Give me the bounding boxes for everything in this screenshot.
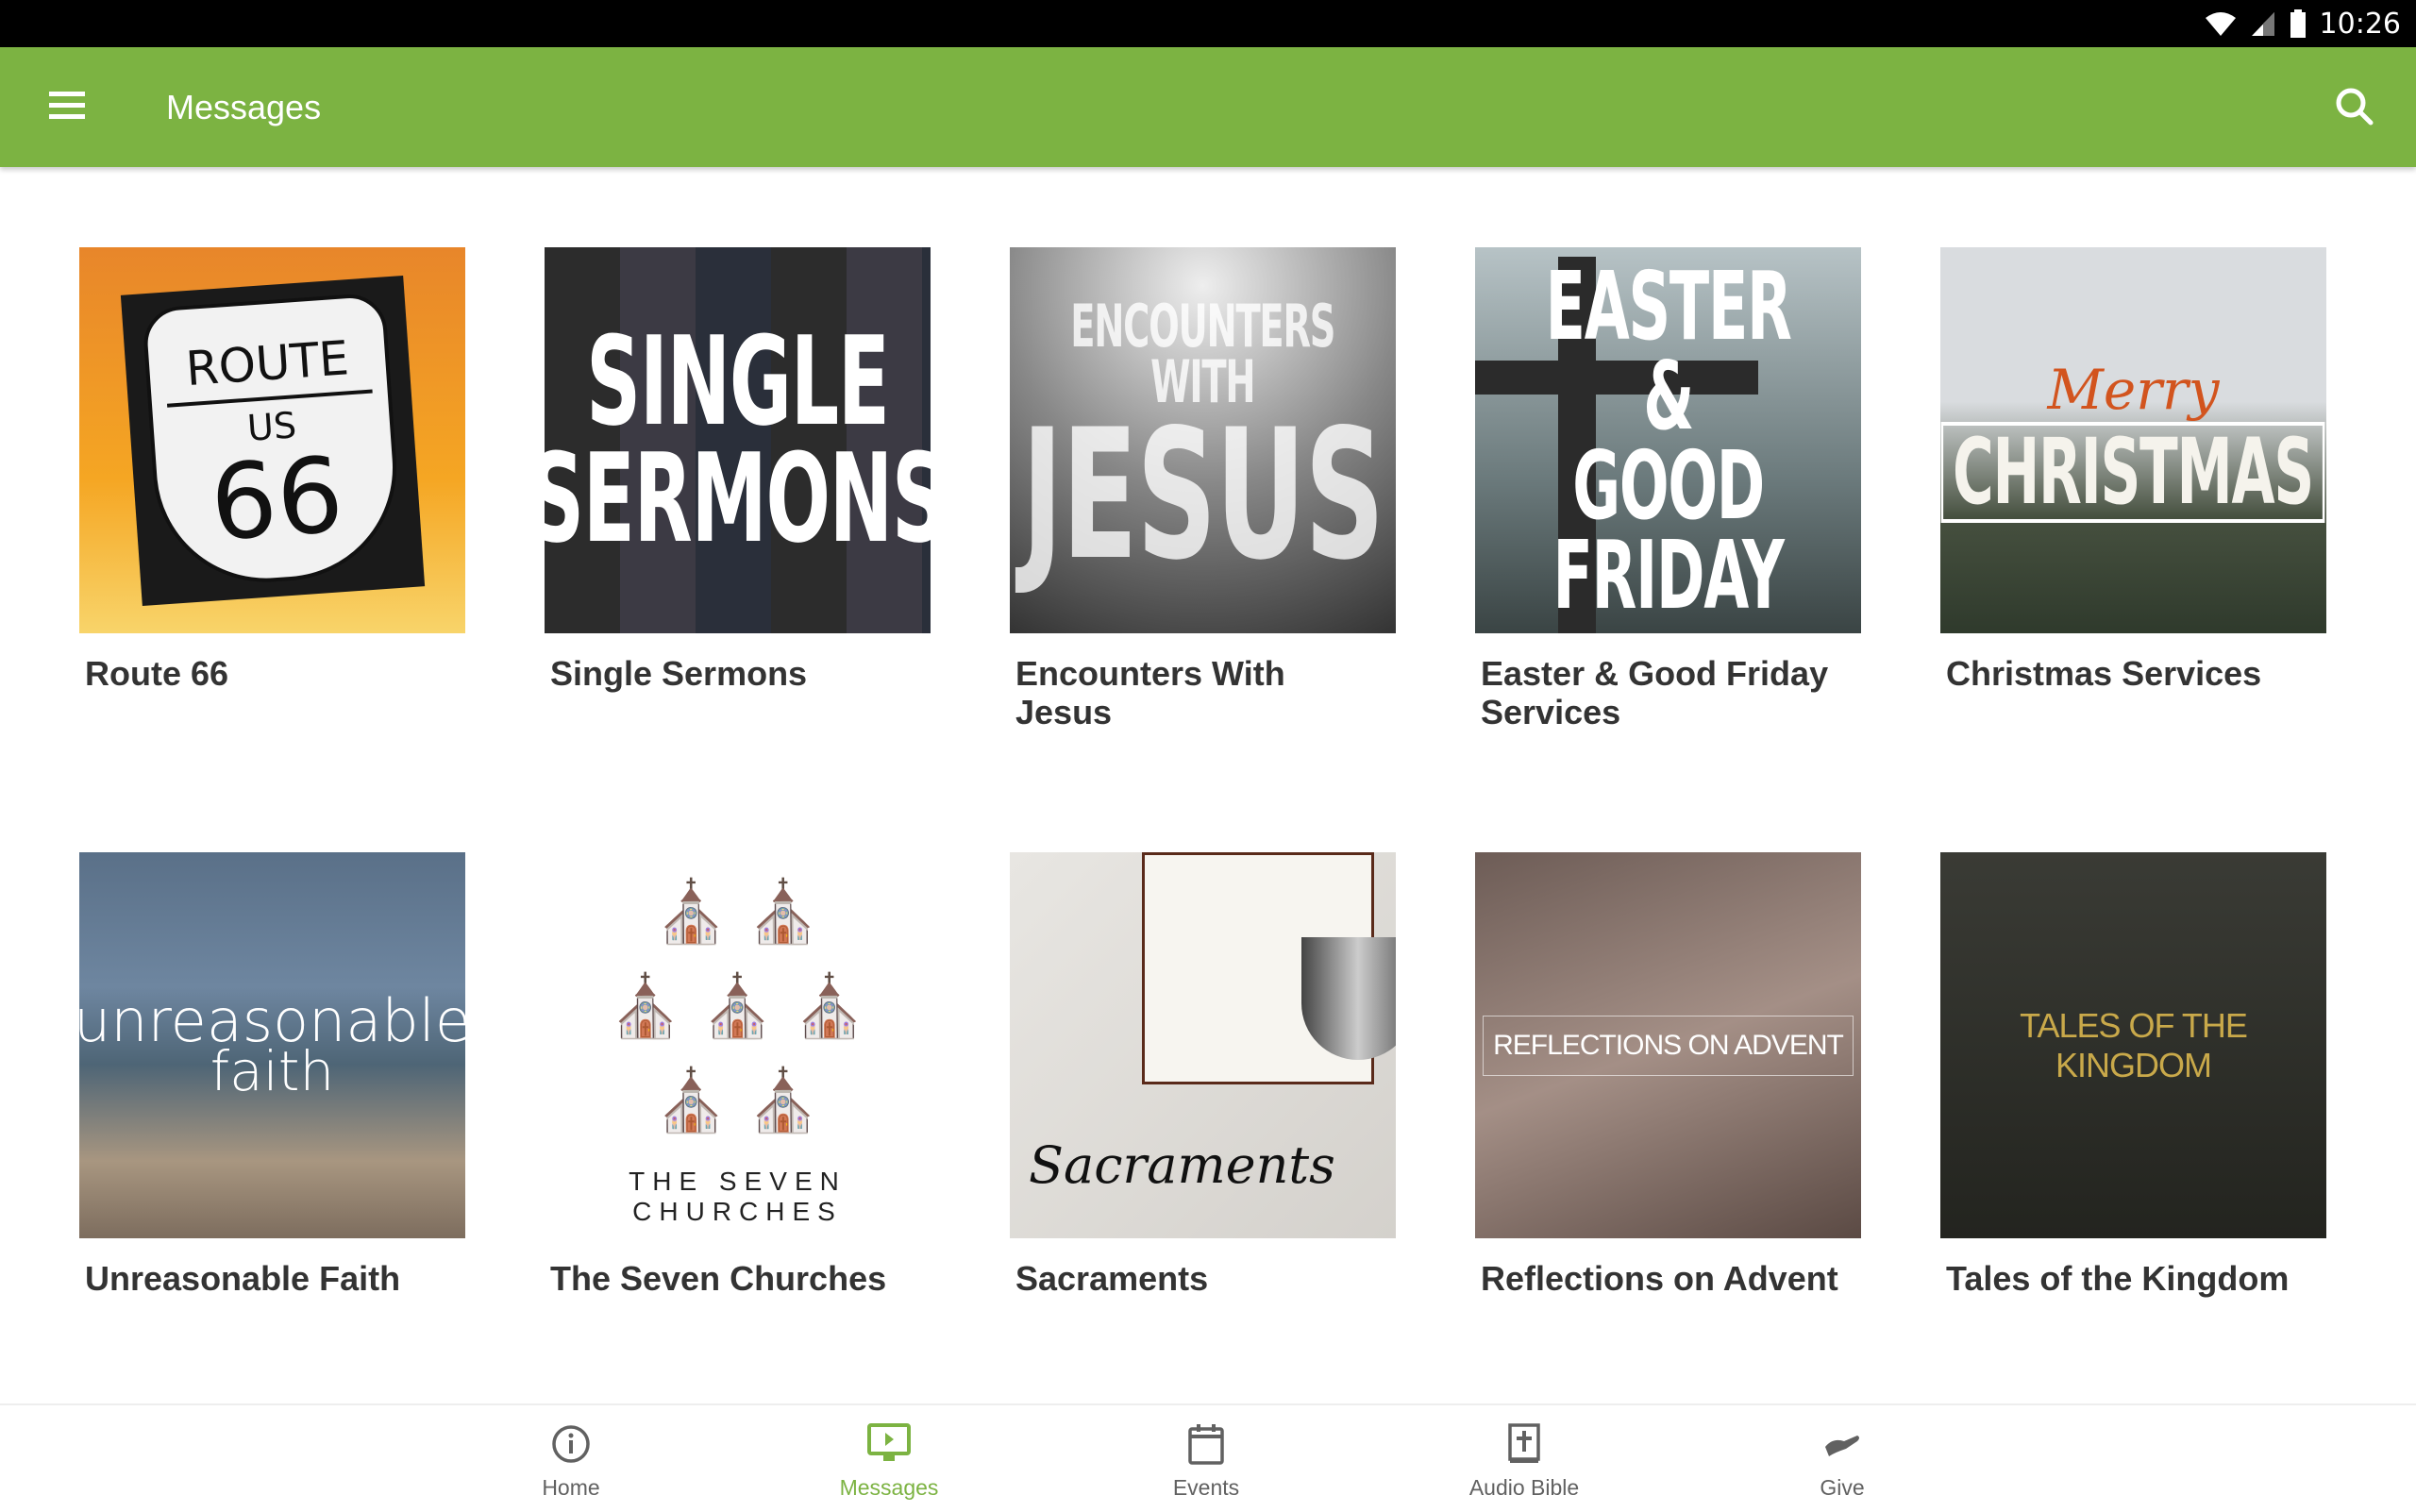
search-icon[interactable] [2331, 83, 2378, 130]
series-card-encounters-with-jesus[interactable]: ENCOUNTERS WITH JESUS Encounters With Je… [1010, 247, 1396, 731]
status-bar: 10:26 [0, 0, 2416, 47]
series-card-sacraments[interactable]: Sacraments Sacraments [1010, 852, 1396, 1298]
series-artwork: SINGLE SERMONS [545, 247, 931, 633]
series-card-christmas-services[interactable]: Merry CHRISTMAS Christmas Services [1940, 247, 2326, 693]
church-icons: ⛪ ⛪ ⛪ ⛪ ⛪ ⛪ ⛪ [608, 877, 867, 1134]
series-title: Christmas Services [1946, 654, 2262, 693]
series-artwork: REFLECTIONS ON ADVENT [1475, 852, 1861, 1238]
calendar-icon [1188, 1424, 1224, 1465]
series-artwork: Sacraments [1010, 852, 1396, 1238]
series-title: Easter & Good Friday Services [1481, 654, 1829, 731]
series-card-tales-of-the-kingdom[interactable]: TALES OF THE KINGDOM Tales of the Kingdo… [1940, 852, 2326, 1298]
series-title: The Seven Churches [550, 1259, 887, 1298]
series-card-easter-good-friday[interactable]: EASTER & GOOD FRIDAY Easter & Good Friday… [1475, 247, 1861, 731]
series-title: Route 66 [85, 654, 229, 693]
cell-signal-icon [2251, 12, 2274, 36]
bottom-navigation: Home Messages Events Audio Bible Give [0, 1403, 2416, 1512]
series-artwork: ⛪ ⛪ ⛪ ⛪ ⛪ ⛪ ⛪ THE SEVEN CHURCHES [545, 852, 931, 1238]
app-bar: Messages [0, 47, 2416, 167]
nav-item-home[interactable]: Home [477, 1422, 665, 1501]
series-title: Unreasonable Faith [85, 1259, 401, 1298]
series-artwork: unreasonable faith [79, 852, 465, 1238]
battery-icon [2290, 9, 2306, 38]
series-artwork: Merry CHRISTMAS [1940, 247, 2326, 633]
nav-item-messages[interactable]: Messages [795, 1422, 983, 1501]
tv-play-icon [867, 1423, 911, 1461]
series-title: Single Sermons [550, 654, 808, 693]
series-card-route-66[interactable]: ROUTE US 66 Route 66 [79, 247, 465, 693]
series-artwork: TALES OF THE KINGDOM [1940, 852, 2326, 1238]
clock: 10:26 [2319, 7, 2401, 41]
series-title: Tales of the Kingdom [1946, 1259, 2290, 1298]
series-card-seven-churches[interactable]: ⛪ ⛪ ⛪ ⛪ ⛪ ⛪ ⛪ THE SEVEN CHURCHES The Seven… [545, 852, 931, 1298]
info-icon [552, 1425, 590, 1463]
series-title: Sacraments [1015, 1259, 1209, 1298]
series-card-single-sermons[interactable]: SINGLE SERMONS Single Sermons [545, 247, 931, 693]
series-artwork: ROUTE US 66 [79, 247, 465, 633]
bible-icon [1508, 1423, 1540, 1463]
nav-item-give[interactable]: Give [1748, 1422, 1937, 1501]
wifi-icon [2205, 12, 2236, 36]
series-artwork: ENCOUNTERS WITH JESUS [1010, 247, 1396, 633]
nav-item-events[interactable]: Events [1112, 1422, 1300, 1501]
series-title: Reflections on Advent [1481, 1259, 1838, 1298]
hamburger-menu-icon[interactable] [45, 85, 91, 130]
series-artwork: EASTER & GOOD FRIDAY [1475, 247, 1861, 633]
give-hand-icon [1825, 1436, 1859, 1456]
series-card-reflections-on-advent[interactable]: REFLECTIONS ON ADVENT Reflections on Adv… [1475, 852, 1861, 1298]
nav-item-audio-bible[interactable]: Audio Bible [1430, 1422, 1619, 1501]
series-title: Encounters With Jesus [1015, 654, 1285, 731]
series-card-unreasonable-faith[interactable]: unreasonable faith Unreasonable Faith [79, 852, 465, 1298]
page-title: Messages [166, 88, 322, 126]
